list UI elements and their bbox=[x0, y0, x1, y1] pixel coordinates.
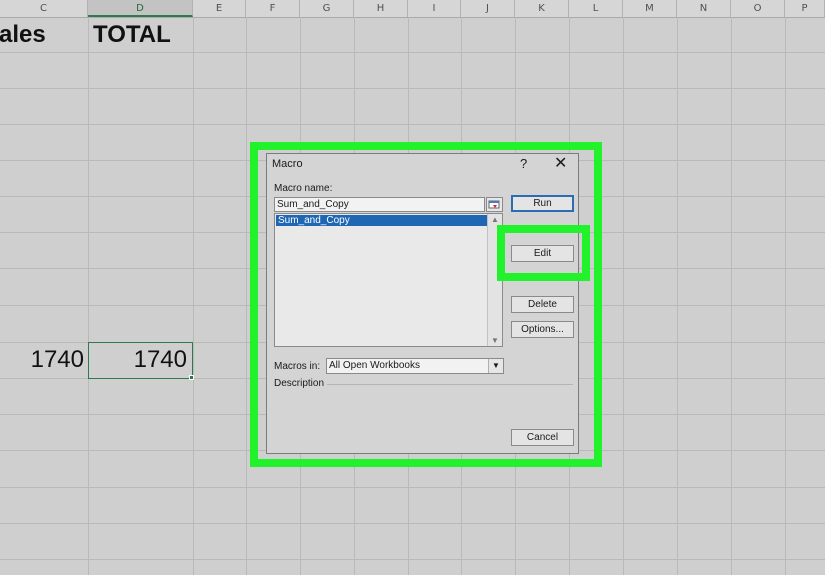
collapse-dialog-icon bbox=[488, 200, 500, 209]
column-header-c[interactable]: C bbox=[0, 0, 88, 17]
edit-highlight-box bbox=[497, 225, 590, 281]
dialog-title: Macro bbox=[272, 158, 303, 170]
cell-d-header[interactable]: TOTAL bbox=[93, 21, 171, 49]
gridline bbox=[623, 17, 624, 575]
gridline bbox=[0, 523, 825, 524]
gridline bbox=[0, 487, 825, 488]
column-header-p[interactable]: P bbox=[785, 0, 825, 17]
gridline bbox=[0, 52, 825, 53]
cell-c-value[interactable]: 1740 bbox=[0, 346, 84, 374]
gridline bbox=[0, 124, 825, 125]
fill-handle[interactable] bbox=[189, 375, 194, 380]
gridline bbox=[193, 17, 194, 575]
column-header-n[interactable]: N bbox=[677, 0, 731, 17]
gridline bbox=[246, 17, 247, 575]
scroll-down-icon[interactable]: ▼ bbox=[491, 336, 499, 345]
description-label: Description bbox=[274, 378, 325, 389]
column-header-j[interactable]: J bbox=[461, 0, 515, 17]
macros-in-select[interactable]: All Open Workbooks ▼ bbox=[326, 358, 504, 374]
description-divider bbox=[327, 384, 573, 385]
cancel-button[interactable]: Cancel bbox=[511, 429, 574, 446]
list-item[interactable]: Sum_and_Copy bbox=[276, 215, 487, 226]
active-cell-border bbox=[88, 342, 193, 379]
gridline bbox=[731, 17, 732, 575]
scroll-up-icon[interactable]: ▲ bbox=[491, 215, 499, 224]
macro-dialog: Macro ? ✕ Macro name: Sum_and_Copy Sum_a… bbox=[266, 153, 579, 454]
gridline bbox=[0, 88, 825, 89]
gridline bbox=[677, 17, 678, 575]
column-header-e[interactable]: E bbox=[193, 0, 246, 17]
run-button[interactable]: Run bbox=[511, 195, 574, 212]
column-header-i[interactable]: I bbox=[408, 0, 461, 17]
macros-in-label: Macros in: bbox=[274, 361, 321, 372]
help-button[interactable]: ? bbox=[520, 156, 527, 171]
column-header-m[interactable]: M bbox=[623, 0, 677, 17]
macros-in-value: All Open Workbooks bbox=[329, 360, 420, 371]
chevron-down-icon[interactable]: ▼ bbox=[488, 359, 503, 373]
column-header-o[interactable]: O bbox=[731, 0, 785, 17]
column-header-bar: C D E F G H I J K L M N O P bbox=[0, 0, 825, 18]
column-header-g[interactable]: G bbox=[300, 0, 354, 17]
collapse-dialog-button[interactable] bbox=[486, 197, 503, 212]
cell-c-header[interactable]: ales bbox=[0, 21, 46, 49]
column-header-h[interactable]: H bbox=[354, 0, 408, 17]
macro-name-label: Macro name: bbox=[274, 183, 333, 194]
gridline bbox=[0, 559, 825, 560]
macro-list[interactable]: Sum_and_Copy ▲ ▼ bbox=[274, 213, 503, 347]
macro-name-input[interactable]: Sum_and_Copy bbox=[274, 197, 485, 212]
gridline bbox=[785, 17, 786, 575]
options-button[interactable]: Options... bbox=[511, 321, 574, 338]
column-header-l[interactable]: L bbox=[569, 0, 623, 17]
column-header-k[interactable]: K bbox=[515, 0, 569, 17]
column-header-f[interactable]: F bbox=[246, 0, 300, 17]
delete-button[interactable]: Delete bbox=[511, 296, 574, 313]
column-header-d[interactable]: D bbox=[88, 0, 193, 17]
close-icon[interactable]: ✕ bbox=[554, 154, 567, 174]
gridline bbox=[88, 17, 89, 575]
